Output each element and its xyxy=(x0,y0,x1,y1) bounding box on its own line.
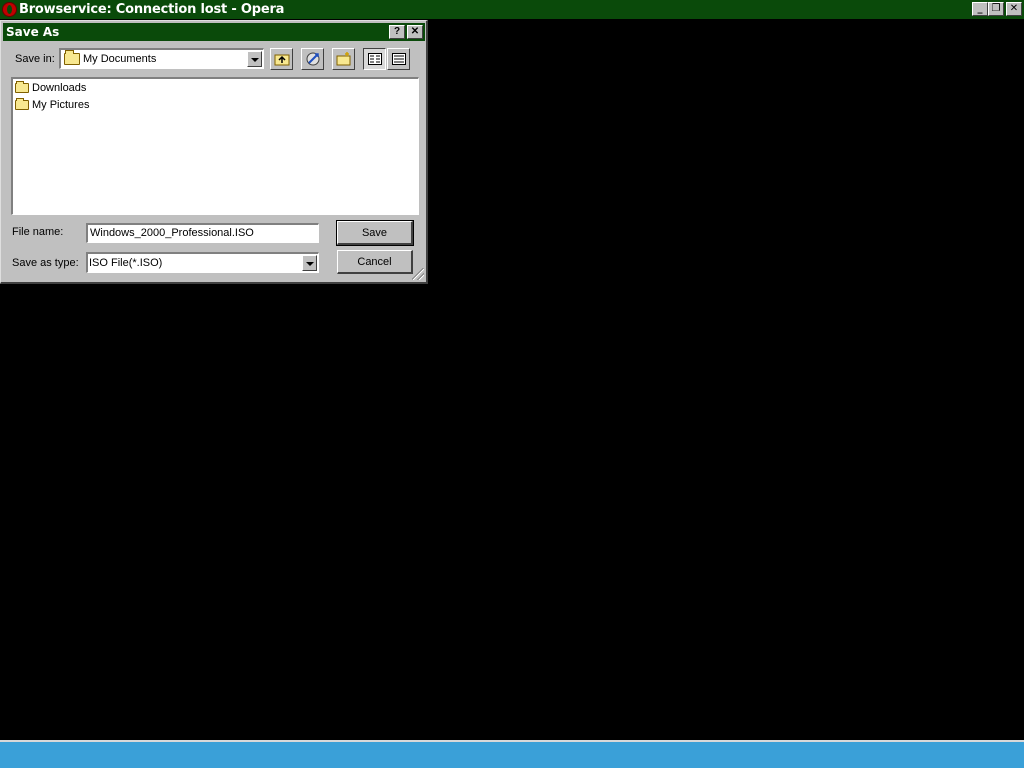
dialog-title: Save As xyxy=(6,25,60,39)
new-folder-icon xyxy=(336,52,350,66)
my-documents-folder-icon xyxy=(64,50,80,65)
folder-icon xyxy=(15,97,29,110)
file-list[interactable]: Downloads My Pictures xyxy=(11,77,419,215)
list-item[interactable]: My Pictures xyxy=(13,96,418,113)
desktop-button[interactable] xyxy=(301,48,324,70)
up-one-level-button[interactable] xyxy=(270,48,293,70)
app-title: Browservice: Connection lost - Opera xyxy=(19,2,285,17)
save-as-type-value: ISO File(*.ISO) xyxy=(89,257,163,269)
chevron-down-icon[interactable] xyxy=(247,51,262,67)
save-as-type-label: Save as type: xyxy=(12,257,79,269)
resize-grip-icon[interactable] xyxy=(412,268,424,280)
new-folder-button[interactable] xyxy=(332,48,355,70)
minimize-button[interactable]: _ xyxy=(972,2,988,16)
app-titlebar: Browservice: Connection lost - Opera _ ❐… xyxy=(0,0,1024,19)
save-in-dropdown[interactable]: My Documents xyxy=(59,48,264,69)
help-button[interactable]: ? xyxy=(389,25,405,39)
save-button[interactable]: Save xyxy=(336,220,414,246)
save-in-label: Save in: xyxy=(15,53,55,65)
file-name-label: File name: xyxy=(12,226,64,238)
up-folder-icon xyxy=(274,54,289,66)
folder-icon xyxy=(15,80,29,93)
save-as-type-dropdown[interactable]: ISO File(*.ISO) xyxy=(86,252,319,273)
desktop-icon xyxy=(306,52,319,66)
taskbar xyxy=(0,740,1024,768)
list-view-icon xyxy=(367,53,382,65)
save-as-dialog: Save As ? ✕ Save in: My Documents Downlo… xyxy=(0,20,428,284)
list-view-button[interactable] xyxy=(363,48,386,70)
opera-logo-icon xyxy=(2,2,17,17)
list-item[interactable]: Downloads xyxy=(13,79,418,96)
details-view-icon xyxy=(391,53,406,65)
cancel-button[interactable]: Cancel xyxy=(337,250,413,274)
file-name-field[interactable]: Windows_2000_Professional.ISO xyxy=(86,223,319,243)
dialog-controls: ? ✕ xyxy=(387,25,423,39)
details-view-button[interactable] xyxy=(387,48,410,70)
close-button[interactable]: ✕ xyxy=(1006,2,1022,16)
file-item-label: My Pictures xyxy=(32,98,90,111)
restore-button[interactable]: ❐ xyxy=(988,2,1004,16)
window-controls: _ ❐ ✕ xyxy=(970,2,1022,16)
dialog-titlebar[interactable]: Save As ? ✕ xyxy=(3,23,425,41)
save-in-value: My Documents xyxy=(83,53,157,65)
file-item-label: Downloads xyxy=(32,81,87,94)
dialog-close-button[interactable]: ✕ xyxy=(407,25,423,39)
chevron-down-icon[interactable] xyxy=(302,255,317,271)
